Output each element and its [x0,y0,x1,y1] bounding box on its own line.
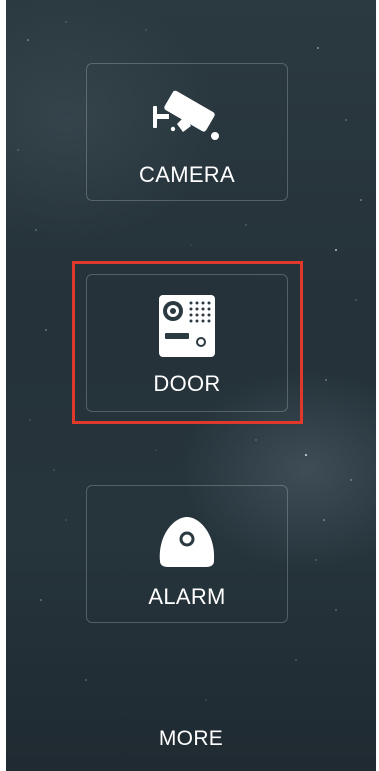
alarm-sensor-icon [156,515,218,574]
camera-label: CAMERA [139,162,235,187]
alarm-menu-item[interactable]: ALARM [86,485,288,623]
selection-highlight [72,261,303,424]
app-screen: CAMERA DOOR ALARM MORE [6,0,376,771]
alarm-label: ALARM [148,584,226,609]
more-button[interactable]: MORE [6,727,376,751]
camera-menu-item[interactable]: CAMERA [86,63,288,201]
cctv-camera-icon [151,88,223,151]
